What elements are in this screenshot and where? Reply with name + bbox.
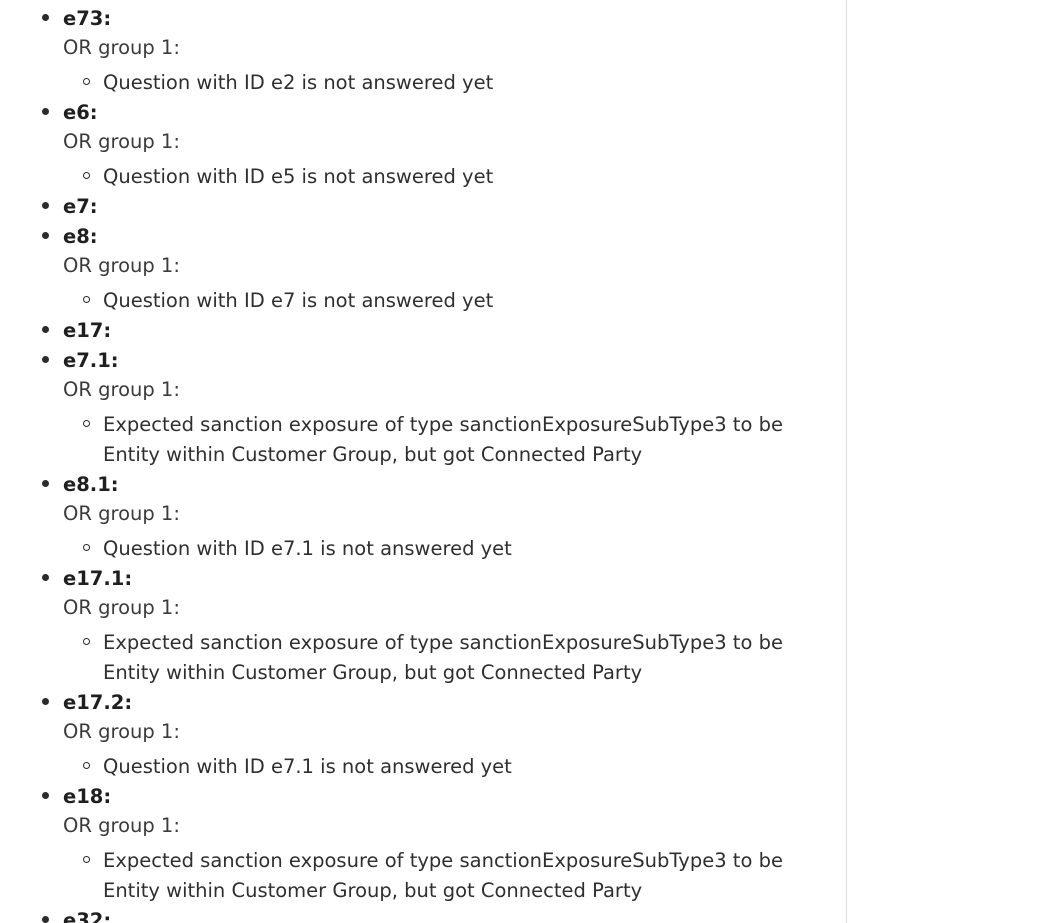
message-list: Question with ID e5 is not answered yet	[63, 162, 846, 192]
validation-message: Expected sanction exposure of type sanct…	[63, 628, 823, 688]
bullet-disc-icon	[42, 108, 49, 115]
question-id-label: e32:	[63, 909, 112, 923]
validation-list: e73: OR group 1: Question with ID e2 is no…	[0, 4, 846, 923]
validation-item: e17.1: OR group 1: Expected sanction expos…	[0, 564, 846, 688]
bullet-disc-icon	[42, 916, 49, 923]
question-id-label: e7:	[63, 195, 98, 218]
message-list: Question with ID e7 is not answered yet	[63, 286, 846, 316]
validation-message-text: Question with ID e7 is not answered yet	[103, 289, 494, 312]
validation-item: e7.1: OR group 1: Expected sanction exposu…	[0, 346, 846, 470]
bullet-disc-icon	[42, 202, 49, 209]
or-group-label: OR group 1:	[63, 502, 180, 525]
question-id-label: e6:	[63, 101, 98, 124]
bullet-circle-icon	[83, 172, 90, 179]
bullet-disc-icon	[42, 14, 49, 21]
bullet-circle-icon	[83, 856, 90, 863]
validation-item: e73: OR group 1: Question with ID e2 is no…	[0, 4, 846, 98]
bullet-circle-icon	[83, 762, 90, 769]
question-id-label: e17.1:	[63, 567, 133, 590]
validation-item: e18: OR group 1: Expected sanction exposur…	[0, 782, 846, 906]
validation-message-text: Question with ID e2 is not answered yet	[103, 71, 494, 94]
question-id-label: e8.1:	[63, 473, 119, 496]
bullet-disc-icon	[42, 326, 49, 333]
validation-item: e32:	[0, 906, 846, 923]
or-group-label: OR group 1:	[63, 130, 180, 153]
validation-message: Expected sanction exposure of type sanct…	[63, 846, 823, 906]
validation-item: e6: OR group 1: Question with ID e5 is not…	[0, 98, 846, 192]
bullet-circle-icon	[83, 638, 90, 645]
or-group-label: OR group 1:	[63, 378, 180, 401]
bullet-circle-icon	[83, 420, 90, 427]
message-list: Expected sanction exposure of type sanct…	[63, 846, 846, 906]
bullet-circle-icon	[83, 78, 90, 85]
validation-message: Question with ID e2 is not answered yet	[63, 68, 823, 98]
message-list: Expected sanction exposure of type sanct…	[63, 628, 846, 688]
or-group-label: OR group 1:	[63, 814, 180, 837]
validation-message: Question with ID e5 is not answered yet	[63, 162, 823, 192]
or-group-label: OR group 1:	[63, 254, 180, 277]
question-id-label: e7.1:	[63, 349, 119, 372]
validation-message-text: Expected sanction exposure of type sanct…	[103, 413, 783, 466]
question-id-label: e17.2:	[63, 691, 133, 714]
question-id-label: e73:	[63, 7, 112, 30]
question-id-label: e18:	[63, 785, 112, 808]
validation-item: e7:	[0, 192, 846, 222]
or-group-label: OR group 1:	[63, 36, 180, 59]
validation-message-text: Expected sanction exposure of type sanct…	[103, 631, 783, 684]
validation-item: e17.2: OR group 1: Question with ID e7.1 i…	[0, 688, 846, 782]
message-list: Expected sanction exposure of type sanct…	[63, 410, 846, 470]
or-group-label: OR group 1:	[63, 720, 180, 743]
validation-message-text: Question with ID e5 is not answered yet	[103, 165, 494, 188]
validation-message-text: Question with ID e7.1 is not answered ye…	[103, 537, 512, 560]
validation-item: e17:	[0, 316, 846, 346]
validation-message: Question with ID e7.1 is not answered ye…	[63, 752, 823, 782]
bullet-disc-icon	[42, 480, 49, 487]
message-list: Question with ID e7.1 is not answered ye…	[63, 534, 846, 564]
validation-message-text: Question with ID e7.1 is not answered ye…	[103, 755, 512, 778]
validation-message-text: Expected sanction exposure of type sanct…	[103, 849, 783, 902]
validation-results-panel: e73: OR group 1: Question with ID e2 is no…	[0, 0, 846, 923]
message-list: Question with ID e7.1 is not answered ye…	[63, 752, 846, 782]
bullet-circle-icon	[83, 296, 90, 303]
bullet-disc-icon	[42, 356, 49, 363]
bullet-disc-icon	[42, 574, 49, 581]
bullet-disc-icon	[42, 792, 49, 799]
or-group-label: OR group 1:	[63, 596, 180, 619]
question-id-label: e17:	[63, 319, 112, 342]
bullet-disc-icon	[42, 232, 49, 239]
message-list: Question with ID e2 is not answered yet	[63, 68, 846, 98]
validation-message: Question with ID e7.1 is not answered ye…	[63, 534, 823, 564]
validation-item: e8.1: OR group 1: Question with ID e7.1 is…	[0, 470, 846, 564]
bullet-circle-icon	[83, 544, 90, 551]
panel-divider	[846, 0, 847, 923]
bullet-disc-icon	[42, 698, 49, 705]
validation-item: e8: OR group 1: Question with ID e7 is not…	[0, 222, 846, 316]
validation-message: Expected sanction exposure of type sanct…	[63, 410, 823, 470]
validation-message: Question with ID e7 is not answered yet	[63, 286, 823, 316]
question-id-label: e8:	[63, 225, 98, 248]
